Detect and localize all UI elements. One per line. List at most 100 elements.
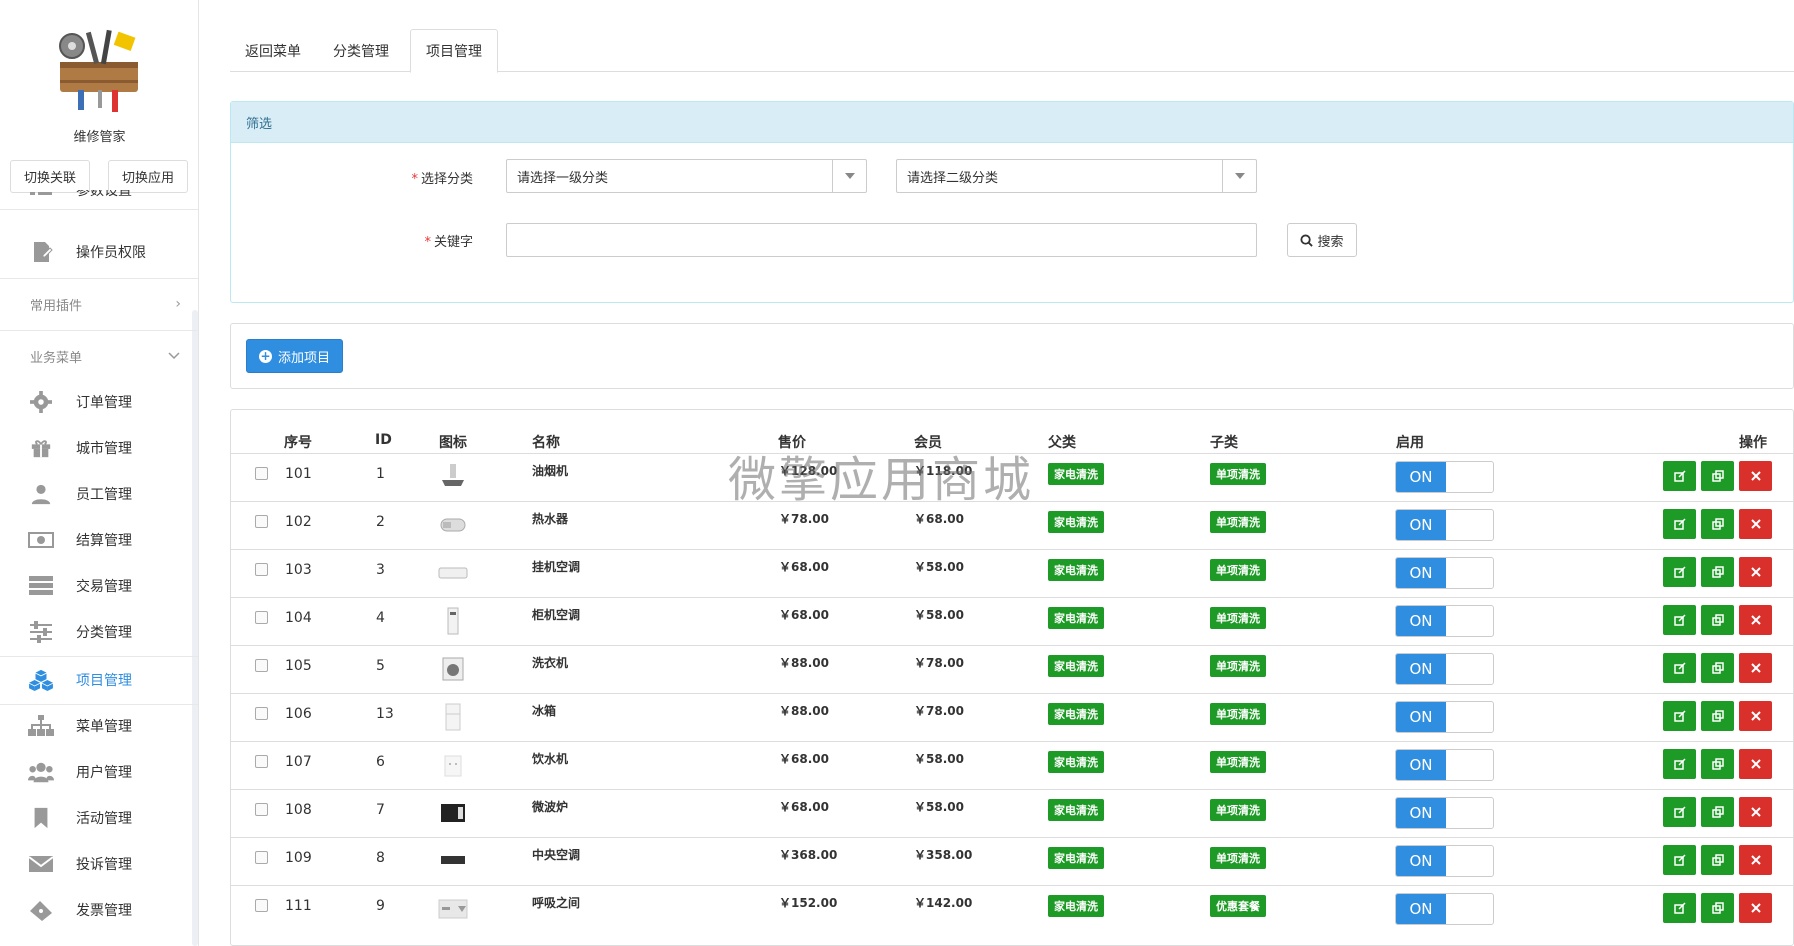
child-category-badge: 单项清洗 (1210, 511, 1266, 533)
sidebar-item-operator-permissions[interactable]: 操作员权限 (0, 230, 193, 274)
enable-toggle[interactable]: ON (1395, 509, 1494, 541)
cell-seq: 106 (285, 706, 312, 722)
enable-toggle[interactable]: ON (1395, 797, 1494, 829)
chevron-down-icon (168, 352, 180, 360)
copy-button[interactable] (1701, 509, 1734, 539)
sidebar-item-menus[interactable]: 菜单管理 (0, 704, 193, 748)
tab-back-menu[interactable]: 返回菜单 (230, 29, 316, 72)
edit-button[interactable] (1663, 845, 1696, 875)
sidebar-item-projects[interactable]: 项目管理 (0, 658, 193, 702)
enable-toggle[interactable]: ON (1395, 653, 1494, 685)
sidebar-item-label: 投诉管理 (76, 857, 132, 873)
plus-circle-icon: + (259, 348, 272, 363)
row-checkbox[interactable] (255, 755, 268, 768)
edit-button[interactable] (1663, 557, 1696, 587)
search-button[interactable]: 搜索 (1287, 223, 1357, 257)
menu-group-business[interactable]: 业务菜单 (0, 332, 193, 380)
sidebar-item-complaints[interactable]: 投诉管理 (0, 842, 193, 886)
enable-toggle[interactable]: ON (1395, 845, 1494, 877)
row-checkbox[interactable] (255, 467, 268, 480)
enable-toggle[interactable]: ON (1395, 461, 1494, 493)
tab-category-management[interactable]: 分类管理 (316, 29, 406, 72)
edit-button[interactable] (1663, 509, 1696, 539)
sidebar-item-label: 结算管理 (76, 533, 132, 549)
delete-button[interactable] (1739, 557, 1772, 587)
cell-price: ￥68.00 (779, 608, 829, 622)
delete-button[interactable] (1739, 797, 1772, 827)
row-checkbox[interactable] (255, 707, 268, 720)
cell-seq: 104 (285, 610, 312, 626)
copy-button[interactable] (1701, 797, 1734, 827)
child-category-badge: 单项清洗 (1210, 799, 1266, 821)
delete-button[interactable] (1739, 845, 1772, 875)
chevron-right-icon: › (175, 296, 181, 312)
copy-button[interactable] (1701, 653, 1734, 683)
copy-button[interactable] (1701, 893, 1734, 923)
enable-toggle[interactable]: ON (1395, 749, 1494, 781)
close-icon (1750, 711, 1761, 721)
table-row: 105 5 洗衣机 ￥88.00 ￥78.00 家电清洗 单项清洗 ON (231, 645, 1793, 693)
sidebar-item-transactions[interactable]: 交易管理 (0, 564, 193, 608)
sidebar: 维修管家 切换关联 切换应用 参数设置 操作员权限 常用插件 › 业务菜单 订单… (0, 0, 199, 946)
enable-toggle[interactable]: ON (1395, 701, 1494, 733)
row-checkbox[interactable] (255, 611, 268, 624)
row-checkbox[interactable] (255, 899, 268, 912)
sidebar-item-invoices[interactable]: 发票管理 (0, 888, 193, 932)
copy-button[interactable] (1701, 701, 1734, 731)
enable-toggle[interactable]: ON (1395, 893, 1494, 925)
sidebar-item-orders[interactable]: 订单管理 (0, 380, 193, 424)
delete-button[interactable] (1739, 605, 1772, 635)
row-checkbox[interactable] (255, 851, 268, 864)
filter-panel: 筛选 * 选择分类 请选择一级分类 请选择二级分类 * 关键字 搜索 (230, 101, 1794, 303)
category-level1-select[interactable]: 请选择一级分类 (506, 159, 867, 193)
copy-button[interactable] (1701, 557, 1734, 587)
sidebar-item-settlement[interactable]: 结算管理 (0, 518, 193, 562)
action-panel: + 添加项目 (230, 323, 1794, 389)
parent-category-badge: 家电清洗 (1048, 703, 1104, 725)
enable-toggle[interactable]: ON (1395, 605, 1494, 637)
category-level2-select[interactable]: 请选择二级分类 (896, 159, 1257, 193)
delete-button[interactable] (1739, 749, 1772, 779)
tab-bar: 返回菜单 分类管理 项目管理 (230, 29, 1794, 73)
sidebar-item-activities[interactable]: 活动管理 (0, 796, 193, 840)
enable-toggle[interactable]: ON (1395, 557, 1494, 589)
copy-button[interactable] (1701, 605, 1734, 635)
delete-button[interactable] (1739, 653, 1772, 683)
menu-group-plugins[interactable]: 常用插件 › (0, 280, 193, 328)
add-project-button[interactable]: + 添加项目 (246, 339, 344, 373)
bookmark-icon (34, 807, 48, 829)
edit-button[interactable] (1663, 653, 1696, 683)
delete-button[interactable] (1739, 461, 1772, 491)
edit-button[interactable] (1663, 701, 1696, 731)
keyword-input[interactable] (506, 223, 1257, 257)
switch-app-button[interactable]: 切换应用 (108, 160, 188, 193)
edit-button[interactable] (1663, 893, 1696, 923)
copy-button[interactable] (1701, 845, 1734, 875)
edit-button[interactable] (1663, 605, 1696, 635)
copy-icon (1711, 662, 1724, 674)
sidebar-item-label: 交易管理 (76, 579, 132, 595)
toggle-on-label: ON (1396, 702, 1446, 732)
switch-link-button[interactable]: 切换关联 (10, 160, 90, 193)
row-checkbox[interactable] (255, 659, 268, 672)
row-checkbox[interactable] (255, 803, 268, 816)
delete-button[interactable] (1739, 893, 1772, 923)
sidebar-item-staff[interactable]: 员工管理 (0, 472, 193, 516)
menu-group-label: 常用插件 (30, 298, 83, 314)
sidebar-item-cities[interactable]: 城市管理 (0, 426, 193, 470)
cell-id: 3 (376, 562, 385, 578)
delete-button[interactable] (1739, 509, 1772, 539)
copy-button[interactable] (1701, 461, 1734, 491)
edit-button[interactable] (1663, 797, 1696, 827)
edit-button[interactable] (1663, 749, 1696, 779)
row-checkbox[interactable] (255, 563, 268, 576)
tab-project-management[interactable]: 项目管理 (410, 29, 498, 73)
list-icon (30, 192, 52, 195)
sidebar-item-users[interactable]: 用户管理 (0, 750, 193, 794)
delete-button[interactable] (1739, 701, 1772, 731)
copy-button[interactable] (1701, 749, 1734, 779)
row-checkbox[interactable] (255, 515, 268, 528)
sidebar-item-categories[interactable]: 分类管理 (0, 610, 193, 654)
edit-button[interactable] (1663, 461, 1696, 491)
sidebar-item-params[interactable]: 参数设置 (0, 190, 193, 212)
